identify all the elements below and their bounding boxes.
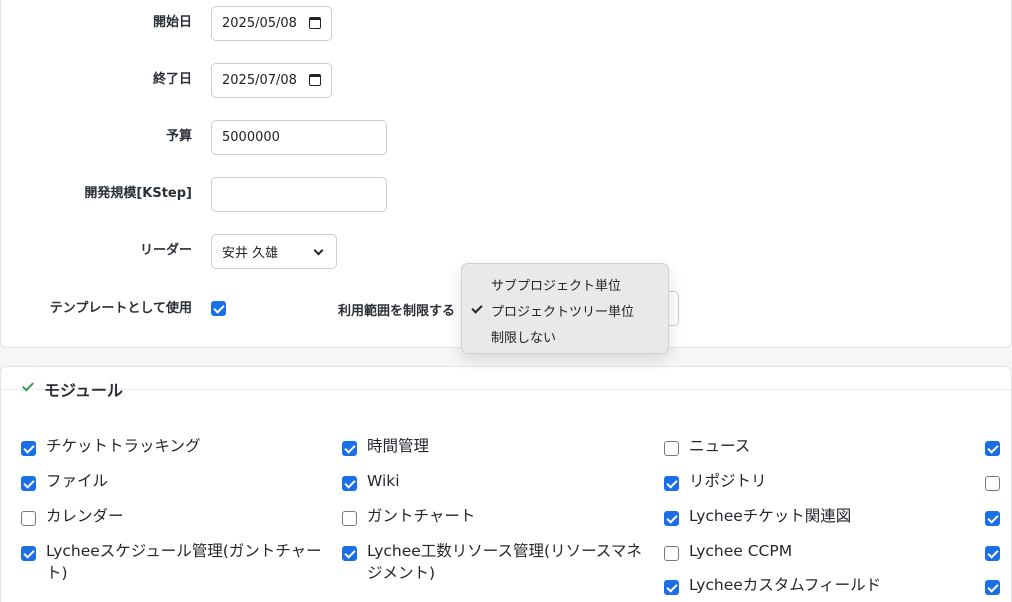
module-checkbox[interactable] — [342, 546, 357, 561]
end-date-value: 2025/07/08 — [222, 73, 297, 88]
budget-label: 予算 — [165, 129, 192, 144]
module-label: ニュース — [689, 437, 751, 455]
module-checkbox[interactable] — [985, 511, 1000, 526]
leader-value: 安井 久雄 — [222, 246, 279, 261]
module-checkbox[interactable] — [21, 511, 36, 526]
module-checkbox[interactable] — [985, 441, 1000, 456]
leader-select[interactable]: 安井 久雄 — [211, 234, 337, 269]
module-checkbox[interactable] — [985, 580, 1000, 595]
module-checkbox[interactable] — [664, 476, 679, 491]
module-label: リポジトリ — [689, 472, 767, 490]
module-label: Lychee工数リソース管理(リソースマネジメント) — [367, 542, 642, 582]
module-label: ガントチャート — [367, 507, 476, 525]
module-checkbox[interactable] — [664, 511, 679, 526]
end-date-field[interactable]: 2025/07/08 — [211, 63, 332, 98]
module-checkbox[interactable] — [985, 476, 1000, 491]
calendar-icon[interactable] — [309, 74, 321, 86]
module-label: ファイル — [46, 472, 109, 490]
module-checkbox[interactable] — [21, 441, 36, 456]
module-checkbox[interactable] — [342, 476, 357, 491]
module-label: Lycheeチケット関連図 — [689, 507, 852, 525]
module-label: 時間管理 — [367, 437, 430, 455]
dropdown-option-selected[interactable]: プロジェクトツリー単位 — [491, 301, 634, 320]
modules-title: モジュール — [44, 381, 123, 400]
module-label: Lycheeカスタムフィールド — [689, 576, 882, 594]
scope-label: 利用範囲を制限する — [338, 304, 456, 319]
template-checkbox[interactable] — [211, 301, 226, 316]
module-label: Lychee CCPM — [689, 542, 793, 560]
module-checkbox[interactable] — [21, 546, 36, 561]
module-checkbox[interactable] — [21, 476, 36, 491]
leader-label: リーダー — [139, 243, 192, 258]
chevron-down-icon — [313, 245, 324, 256]
scope-dropdown-menu: サブプロジェクト単位 プロジェクトツリー単位 制限しない — [461, 263, 669, 354]
dropdown-option[interactable]: サブプロジェクト単位 — [491, 275, 621, 294]
start-date-field[interactable]: 2025/05/08 — [211, 6, 332, 41]
module-label: チケットトラッキング — [46, 437, 201, 455]
module-checkbox[interactable] — [664, 546, 679, 561]
module-checkbox[interactable] — [664, 441, 679, 456]
dev-scale-input[interactable] — [211, 177, 387, 212]
section-divider — [1, 389, 1011, 390]
module-checkbox[interactable] — [985, 546, 1000, 561]
module-checkbox[interactable] — [342, 511, 357, 526]
dev-scale-label: 開発規模[KStep] — [84, 186, 192, 201]
budget-input[interactable]: 5000000 — [211, 120, 387, 155]
module-label: Lycheeスケジュール管理(ガントチャート) — [46, 542, 322, 582]
template-label: テンプレートとして使用 — [49, 301, 192, 316]
module-label: カレンダー — [46, 507, 124, 525]
calendar-icon[interactable] — [309, 17, 321, 29]
dropdown-option[interactable]: 制限しない — [491, 327, 556, 346]
checkmark-icon — [471, 302, 483, 314]
start-date-label: 開始日 — [152, 15, 192, 30]
module-checkbox[interactable] — [342, 441, 357, 456]
start-date-value: 2025/05/08 — [222, 16, 297, 31]
module-label: Wiki — [367, 472, 400, 490]
budget-value: 5000000 — [222, 130, 280, 145]
module-checkbox[interactable] — [664, 580, 679, 595]
end-date-label: 終了日 — [152, 72, 192, 87]
